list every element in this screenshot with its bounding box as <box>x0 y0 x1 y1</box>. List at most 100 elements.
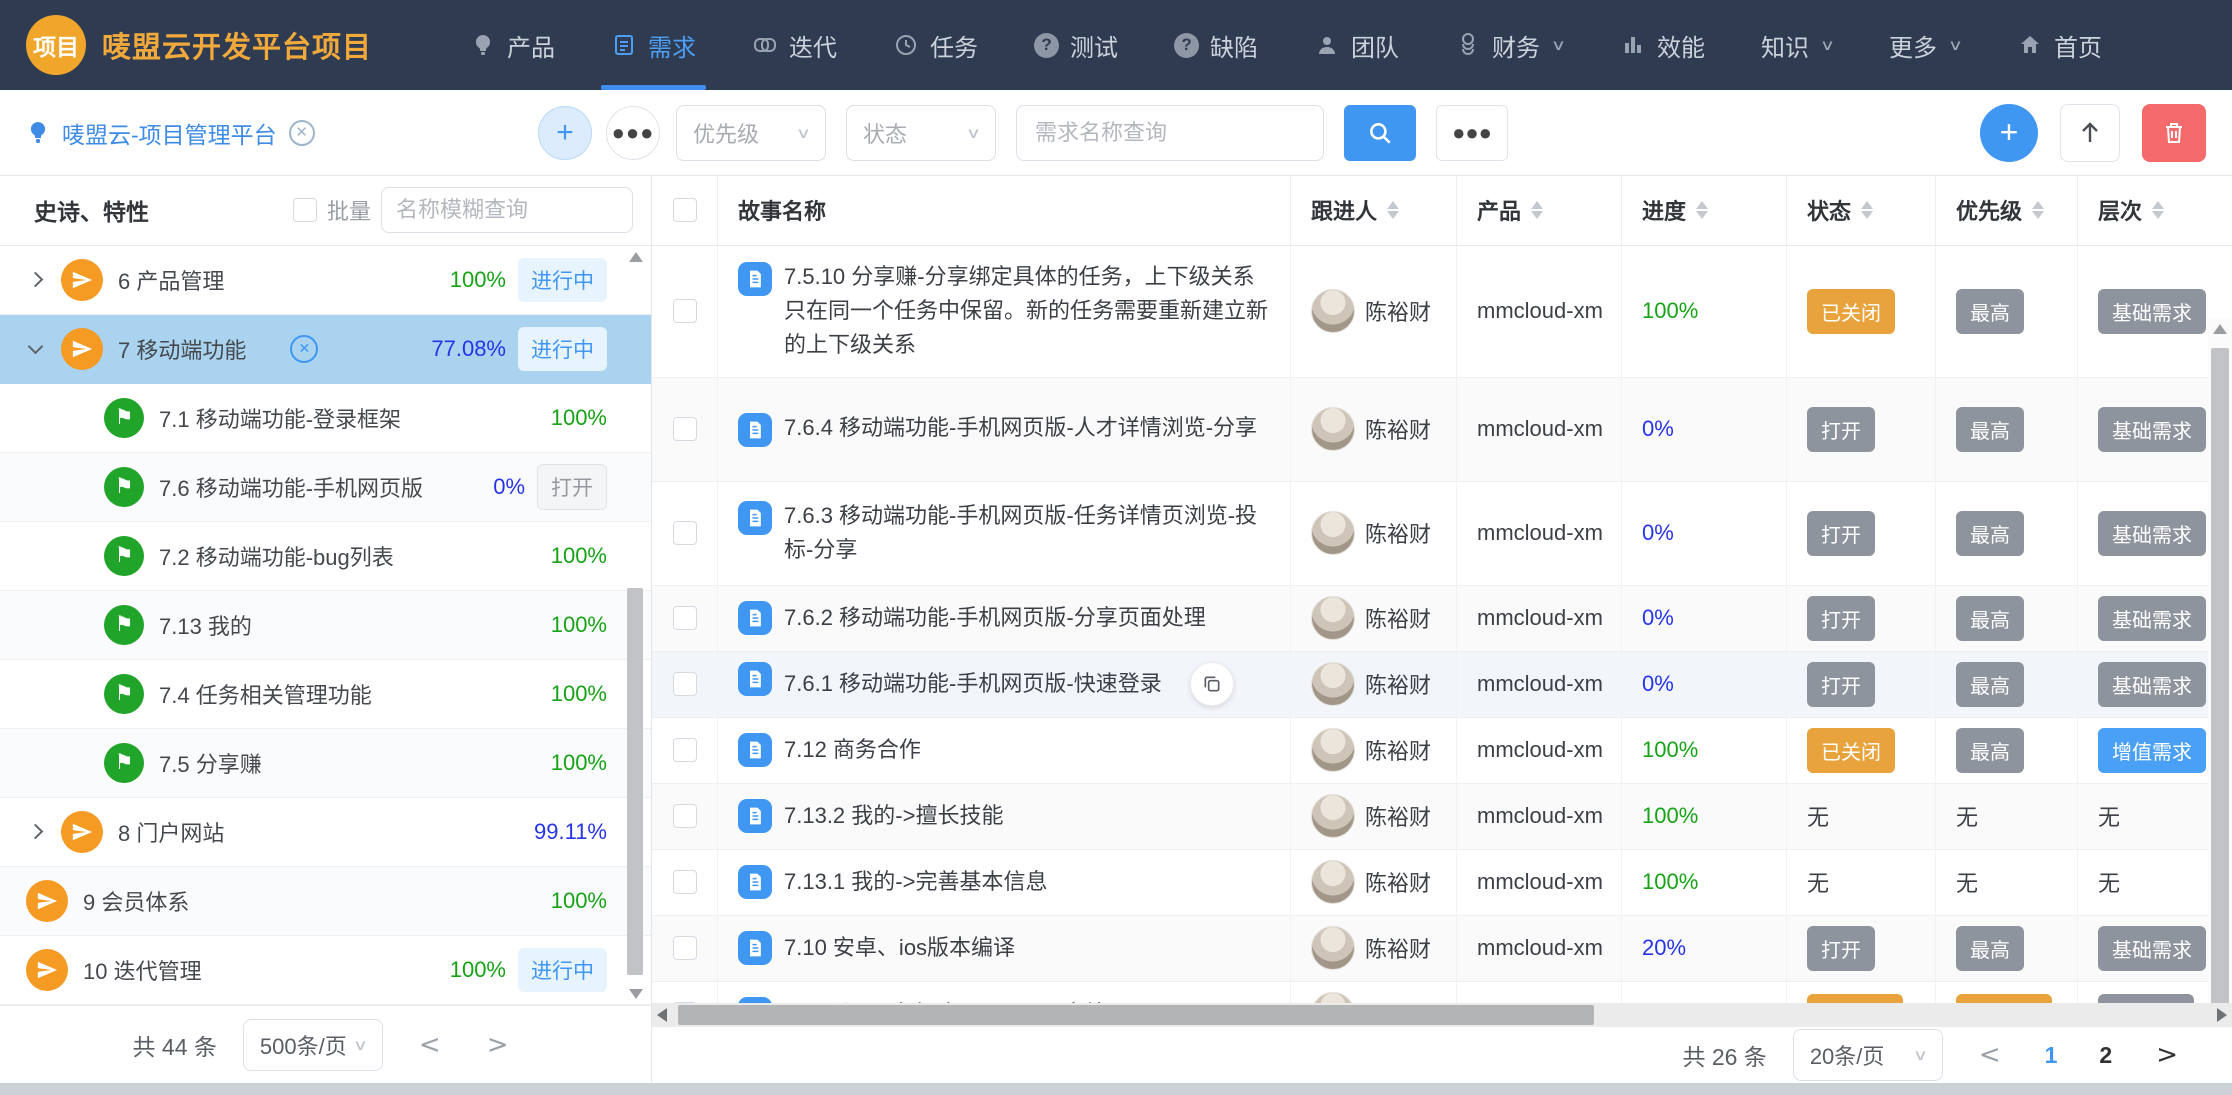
col-owner[interactable]: 跟进人 <box>1291 176 1457 245</box>
priority-select[interactable]: 优先级 ∨ <box>676 105 826 161</box>
nav-item-stories[interactable]: 需求 <box>583 0 724 90</box>
nav-item-defects[interactable]: ? 缺陷 <box>1146 0 1286 90</box>
table-row[interactable]: 7.12 商务合作 陈裕财 mmcloud-xm 100% 已关闭 最高 增值需… <box>652 718 2232 784</box>
tree-item-feature-7-4[interactable]: ⚑ 7.4 任务相关管理功能 100% <box>0 660 651 729</box>
next-page-button[interactable]: > <box>477 1030 519 1060</box>
nav-item-iteration[interactable]: 迭代 <box>724 0 865 90</box>
story-title[interactable]: 7.13.2 我的->擅长技能 <box>784 799 1003 833</box>
page-size-select[interactable]: 20条/页 ∨ <box>1793 1029 1943 1081</box>
add-story-button[interactable]: + <box>1980 104 2038 162</box>
nav-item-performance[interactable]: 效能 <box>1592 0 1733 90</box>
search-button[interactable] <box>1344 105 1416 161</box>
delete-button[interactable] <box>2142 104 2206 162</box>
story-title[interactable]: 7.5.10 分享赚-分享绑定具体的任务，上下级关系只在同一个任务中保留。新的任… <box>784 260 1272 362</box>
sort-icon[interactable] <box>1861 201 1873 219</box>
story-title[interactable]: 7.6.1 移动端功能-手机网页版-快速登录 <box>784 667 1162 701</box>
story-title[interactable]: 7.13.1 我的->完善基本信息 <box>784 865 1047 899</box>
col-priority[interactable]: 优先级 <box>1936 176 2078 245</box>
row-checkbox[interactable] <box>673 417 697 441</box>
story-title[interactable]: 7.10 安卓、ios版本编译 <box>784 931 1015 965</box>
nav-item-home[interactable]: 首页 <box>1989 0 2130 90</box>
next-page-button[interactable]: > <box>2146 1040 2188 1070</box>
more-options-button[interactable]: ●●● <box>606 106 660 160</box>
row-checkbox[interactable] <box>673 606 697 630</box>
copy-icon[interactable] <box>1190 662 1234 706</box>
table-row[interactable]: 7.6.3 移动端功能-手机网页版-任务详情页浏览-投标-分享 陈裕财 mmcl… <box>652 482 2232 586</box>
scroll-up-icon[interactable] <box>629 252 643 262</box>
epic-search-input[interactable] <box>381 187 633 233</box>
table-row[interactable]: 7.6.2 移动端功能-手机网页版-分享页面处理 陈裕财 mmcloud-xm … <box>652 586 2232 652</box>
table-vertical-scrollbar[interactable] <box>2208 318 2232 1003</box>
chevron-right-icon[interactable] <box>28 824 44 840</box>
sort-icon[interactable] <box>1531 201 1543 219</box>
row-checkbox[interactable] <box>673 521 697 545</box>
story-title[interactable]: 7.6.3 移动端功能-手机网页版-任务详情页浏览-投标-分享 <box>784 499 1272 567</box>
page-1-button[interactable]: 1 <box>2037 1042 2066 1069</box>
story-title[interactable]: 7.6.2 移动端功能-手机网页版-分享页面处理 <box>784 601 1206 635</box>
tree-item-epic-10[interactable]: 10 迭代管理 100% 进行中 <box>0 936 651 1005</box>
table-row[interactable]: 7.6.4 移动端功能-手机网页版-人才详情浏览-分享 陈裕财 mmcloud-… <box>652 378 2232 482</box>
sort-icon[interactable] <box>2152 201 2164 219</box>
tree-item-feature-7-2[interactable]: ⚑ 7.2 移动端功能-bug列表 100% <box>0 522 651 591</box>
nav-item-knowledge[interactable]: 知识 ∨ <box>1733 0 1861 90</box>
select-all-checkbox[interactable] <box>673 198 697 222</box>
tree-item-epic-6[interactable]: 6 产品管理 100% 进行中 <box>0 246 651 315</box>
page-2-button[interactable]: 2 <box>2091 1042 2120 1069</box>
export-button[interactable] <box>2060 104 2120 162</box>
clear-filter-icon[interactable]: ✕ <box>290 335 318 363</box>
row-checkbox[interactable] <box>673 672 697 696</box>
row-checkbox[interactable] <box>673 738 697 762</box>
nav-item-product[interactable]: 产品 <box>442 0 583 90</box>
tree-item-feature-7-13[interactable]: ⚑ 7.13 我的 100% <box>0 591 651 660</box>
col-level[interactable]: 层次 <box>2078 176 2232 245</box>
sort-icon[interactable] <box>1696 201 1708 219</box>
tree-item-feature-7-1[interactable]: ⚑ 7.1 移动端功能-登录框架 100% <box>0 384 651 453</box>
row-checkbox[interactable] <box>673 870 697 894</box>
table-row[interactable]: 7.13.1 我的->完善基本信息 陈裕财 mmcloud-xm 100% 无 … <box>652 850 2232 916</box>
sort-icon[interactable] <box>1387 201 1399 219</box>
scrollbar-thumb[interactable] <box>2211 348 2229 1003</box>
page-size-select[interactable]: 500条/页 ∨ <box>243 1019 383 1071</box>
tree-item-epic-9[interactable]: 9 会员体系 100% <box>0 867 651 936</box>
scroll-down-icon[interactable] <box>629 989 643 999</box>
scrollbar-thumb[interactable] <box>678 1005 1594 1025</box>
tree-item-epic-8[interactable]: 8 门户网站 99.11% <box>0 798 651 867</box>
scrollbar-thumb[interactable] <box>627 588 643 975</box>
scroll-right-icon[interactable] <box>2217 1008 2227 1022</box>
tree-item-feature-7-6[interactable]: ⚑ 7.6 移动端功能-手机网页版 0% 打开 <box>0 453 651 522</box>
story-title[interactable]: 7.6.4 移动端功能-手机网页版-人才详情浏览-分享 <box>784 411 1257 445</box>
scroll-up-icon[interactable] <box>2213 324 2227 334</box>
breadcrumb-label[interactable]: 唛盟云-项目管理平台 <box>62 116 277 150</box>
sort-icon[interactable] <box>2032 201 2044 219</box>
batch-checkbox[interactable] <box>293 198 317 222</box>
table-row[interactable]: 7.6.1 移动端功能-手机网页版-快速登录 陈裕财 mmcloud-xm 0%… <box>652 652 2232 718</box>
close-icon[interactable]: ✕ <box>289 120 315 146</box>
col-product[interactable]: 产品 <box>1457 176 1622 245</box>
add-filter-button[interactable]: + <box>538 106 592 160</box>
story-title[interactable]: 7.12 商务合作 <box>784 733 921 767</box>
table-row[interactable]: 7.9 通讯录选人时，不显示用户编号，只显示用 陈裕财 <box>652 982 2232 1003</box>
nav-item-more[interactable]: 更多 ∨ <box>1861 0 1989 90</box>
nav-item-tasks[interactable]: 任务 <box>865 0 1006 90</box>
prev-page-button[interactable]: < <box>1969 1040 2011 1070</box>
nav-item-test[interactable]: ? 测试 <box>1006 0 1146 90</box>
tree-scrollbar[interactable] <box>625 248 645 1003</box>
nav-item-team[interactable]: 团队 <box>1286 0 1427 90</box>
table-row[interactable]: 7.5.10 分享赚-分享绑定具体的任务，上下级关系只在同一个任务中保留。新的任… <box>652 246 2232 378</box>
nav-item-finance[interactable]: 财务 ∨ <box>1427 0 1592 90</box>
row-checkbox[interactable] <box>673 299 697 323</box>
table-more-button[interactable]: ●●● <box>1436 105 1508 161</box>
row-checkbox[interactable] <box>673 936 697 960</box>
prev-page-button[interactable]: < <box>409 1030 451 1060</box>
status-select[interactable]: 状态 ∨ <box>846 105 996 161</box>
chevron-down-icon[interactable] <box>28 339 44 355</box>
table-row[interactable]: 7.10 安卓、ios版本编译 陈裕财 mmcloud-xm 20% 打开 最高… <box>652 916 2232 982</box>
row-checkbox[interactable] <box>673 804 697 828</box>
tree-item-feature-7-5[interactable]: ⚑ 7.5 分享赚 100% <box>0 729 651 798</box>
chevron-right-icon[interactable] <box>28 272 44 288</box>
story-search-input[interactable] <box>1016 105 1324 161</box>
tree-item-epic-7[interactable]: 7 移动端功能 ✕ 77.08% 进行中 <box>0 315 651 384</box>
scroll-left-icon[interactable] <box>657 1008 667 1022</box>
table-horizontal-scrollbar[interactable] <box>652 1003 2232 1027</box>
col-status[interactable]: 状态 <box>1787 176 1936 245</box>
